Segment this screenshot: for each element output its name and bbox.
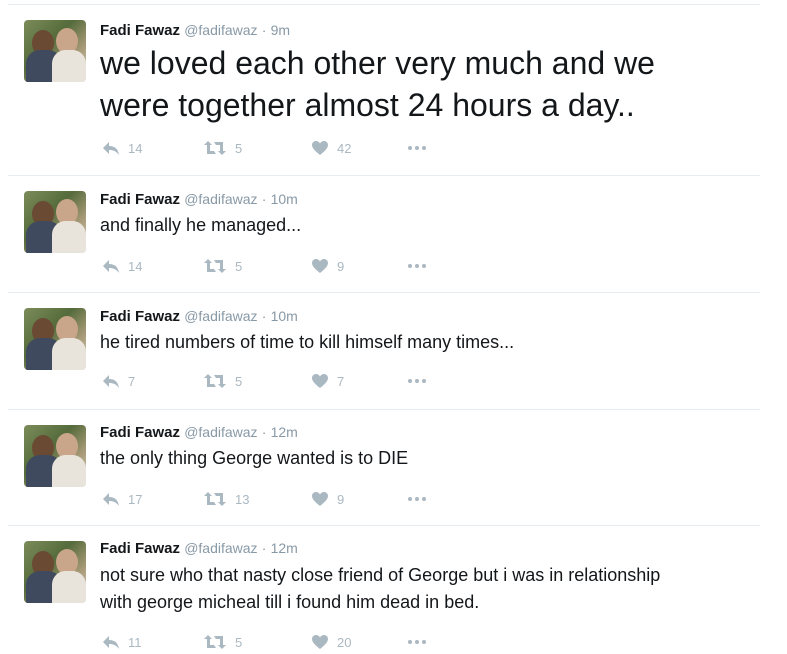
- author-name[interactable]: Fadi Fawaz: [100, 308, 180, 325]
- reply-button[interactable]: 7: [102, 373, 135, 389]
- avatar[interactable]: [24, 541, 86, 603]
- retweet-button[interactable]: 13: [203, 491, 249, 507]
- avatar[interactable]: [24, 20, 86, 82]
- avatar[interactable]: [24, 425, 86, 487]
- author-handle[interactable]: @fadifawaz: [184, 191, 257, 207]
- like-count: 9: [337, 491, 345, 507]
- retweet-button[interactable]: 5: [203, 140, 242, 156]
- reply-icon: [103, 142, 119, 155]
- reply-icon: [103, 260, 119, 273]
- separator: ·: [261, 22, 267, 38]
- tweet-text-line: we loved each other very much and we: [100, 45, 655, 81]
- retweet-icon: [204, 141, 226, 155]
- retweet-count: 5: [235, 258, 243, 274]
- retweet-icon: [204, 374, 226, 388]
- author-handle[interactable]: @fadifawaz: [184, 540, 257, 556]
- timestamp[interactable]: 10m: [271, 191, 298, 207]
- like-button[interactable]: 20: [311, 634, 351, 650]
- tweet-header: Fadi Fawaz @fadifawaz · 10m: [100, 308, 298, 325]
- reply-button[interactable]: 17: [102, 491, 142, 507]
- like-count: 20: [337, 634, 352, 650]
- more-dots-icon[interactable]: [408, 379, 426, 383]
- author-name[interactable]: Fadi Fawaz: [100, 540, 180, 557]
- like-count: 42: [337, 140, 352, 156]
- avatar[interactable]: [24, 308, 86, 370]
- heart-icon: [312, 635, 328, 649]
- like-count: 7: [337, 373, 345, 389]
- tweet[interactable]: Fadi Fawaz @fadifawaz · 12m not sure who…: [0, 525, 787, 651]
- timestamp[interactable]: 12m: [271, 424, 298, 440]
- tweet-text-line: not sure who that nasty close friend of …: [100, 565, 661, 585]
- heart-icon: [312, 374, 328, 388]
- like-button[interactable]: 9: [311, 258, 344, 274]
- retweet-count: 5: [235, 140, 243, 156]
- retweet-count: 13: [235, 491, 250, 507]
- author-handle[interactable]: @fadifawaz: [184, 22, 257, 38]
- like-button[interactable]: 7: [311, 373, 344, 389]
- retweet-icon: [204, 259, 226, 273]
- reply-button[interactable]: 11: [102, 634, 142, 650]
- more-dots-icon[interactable]: [408, 497, 426, 501]
- retweet-count: 5: [235, 634, 243, 650]
- reply-count: 14: [128, 140, 143, 156]
- tweet-text-line: the only thing George wanted is to DIE: [100, 448, 409, 468]
- tweet-text-line: with george micheal till i found him dea…: [100, 592, 480, 612]
- reply-icon: [103, 493, 119, 506]
- tweet-text: and finally he managed...: [100, 212, 301, 239]
- like-button[interactable]: 9: [311, 491, 344, 507]
- timestamp[interactable]: 10m: [271, 308, 298, 324]
- reply-count: 14: [128, 258, 143, 274]
- tweet-header: Fadi Fawaz @fadifawaz · 12m: [100, 540, 298, 557]
- heart-icon: [312, 141, 328, 155]
- heart-icon: [312, 259, 328, 273]
- author-handle[interactable]: @fadifawaz: [184, 308, 257, 324]
- tweet[interactable]: Fadi Fawaz @fadifawaz · 9m we loved each…: [0, 0, 787, 174]
- retweet-button[interactable]: 5: [203, 634, 242, 650]
- tweet-header: Fadi Fawaz @fadifawaz · 12m: [100, 424, 298, 441]
- reply-count: 7: [128, 373, 136, 389]
- reply-count: 11: [128, 634, 142, 650]
- reply-icon: [103, 375, 119, 388]
- separator: ·: [261, 191, 267, 207]
- tweet-text: he tired numbers of time to kill himself…: [100, 329, 514, 356]
- heart-icon: [312, 492, 328, 506]
- tweet-text-line: he tired numbers of time to kill himself…: [100, 332, 515, 352]
- tweet-text: the only thing George wanted is to DIE: [100, 445, 408, 472]
- more-dots-icon[interactable]: [408, 640, 426, 644]
- separator: ·: [261, 540, 267, 556]
- author-name[interactable]: Fadi Fawaz: [100, 191, 180, 208]
- timestamp[interactable]: 12m: [271, 540, 298, 556]
- reply-icon: [103, 636, 119, 649]
- retweet-icon: [204, 635, 226, 649]
- tweet[interactable]: Fadi Fawaz @fadifawaz · 10m he tired num…: [0, 292, 787, 408]
- author-name[interactable]: Fadi Fawaz: [100, 424, 180, 441]
- more-dots-icon[interactable]: [408, 264, 426, 268]
- reply-button[interactable]: 14: [102, 258, 142, 274]
- separator: ·: [261, 308, 267, 324]
- author-handle[interactable]: @fadifawaz: [184, 424, 257, 440]
- reply-button[interactable]: 14: [102, 140, 142, 156]
- reply-count: 17: [128, 491, 143, 507]
- tweet[interactable]: Fadi Fawaz @fadifawaz · 10m and finally …: [0, 175, 787, 291]
- tweet-header: Fadi Fawaz @fadifawaz · 9m: [100, 22, 290, 39]
- retweet-icon: [204, 492, 226, 506]
- author-name[interactable]: Fadi Fawaz: [100, 22, 180, 39]
- tweet-text-line: were together almost 24 hours a day..: [100, 87, 635, 123]
- avatar[interactable]: [24, 191, 86, 253]
- timestamp[interactable]: 9m: [271, 22, 290, 38]
- tweet-text: we loved each other very much and we wer…: [100, 42, 655, 126]
- retweet-count: 5: [235, 373, 243, 389]
- tweet-text-line: and finally he managed...: [100, 215, 302, 235]
- retweet-button[interactable]: 5: [203, 373, 242, 389]
- tweet[interactable]: Fadi Fawaz @fadifawaz · 12m the only thi…: [0, 409, 787, 525]
- separator: ·: [261, 424, 267, 440]
- tweet-feed: Fadi Fawaz @fadifawaz · 9m we loved each…: [0, 0, 787, 651]
- like-button[interactable]: 42: [311, 140, 351, 156]
- like-count: 9: [337, 258, 345, 274]
- retweet-button[interactable]: 5: [203, 258, 242, 274]
- tweet-text: not sure who that nasty close friend of …: [100, 562, 660, 616]
- more-dots-icon[interactable]: [408, 146, 426, 150]
- tweet-header: Fadi Fawaz @fadifawaz · 10m: [100, 191, 298, 208]
